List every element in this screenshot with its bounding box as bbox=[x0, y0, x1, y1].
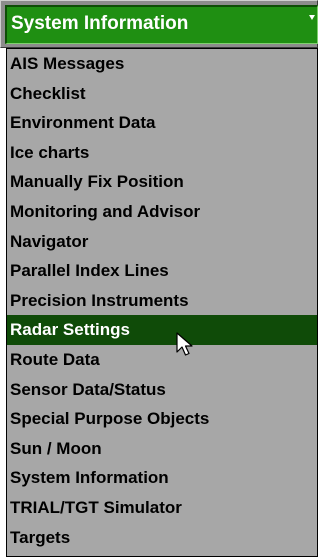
list-item-ice-charts[interactable]: Ice charts bbox=[7, 138, 317, 168]
list-item-monitoring-and-advisor[interactable]: Monitoring and Advisor bbox=[7, 197, 317, 227]
dropdown-window: System Information AIS Messages Checklis… bbox=[0, 0, 320, 557]
dropdown-list: AIS Messages Checklist Environment Data … bbox=[6, 48, 318, 557]
list-item-targets[interactable]: Targets bbox=[7, 523, 317, 553]
list-item-radar-settings[interactable]: Radar Settings bbox=[7, 315, 317, 345]
system-info-combo[interactable]: System Information bbox=[0, 0, 318, 48]
list-item-checklist[interactable]: Checklist bbox=[7, 79, 317, 109]
list-item-trial-tgt-simulator[interactable]: TRIAL/TGT Simulator bbox=[7, 493, 317, 523]
list-item-manually-fix-position[interactable]: Manually Fix Position bbox=[7, 167, 317, 197]
list-item-special-purpose-objects[interactable]: Special Purpose Objects bbox=[7, 404, 317, 434]
list-item-parallel-index-lines[interactable]: Parallel Index Lines bbox=[7, 256, 317, 286]
list-item-route-data[interactable]: Route Data bbox=[7, 345, 317, 375]
list-item-sensor-data-status[interactable]: Sensor Data/Status bbox=[7, 375, 317, 405]
list-item-system-information[interactable]: System Information bbox=[7, 463, 317, 493]
list-item-precision-instruments[interactable]: Precision Instruments bbox=[7, 286, 317, 316]
list-item-sun-moon[interactable]: Sun / Moon bbox=[7, 434, 317, 464]
list-item-environment-data[interactable]: Environment Data bbox=[7, 108, 317, 138]
list-item-ais-messages[interactable]: AIS Messages bbox=[7, 49, 317, 79]
list-item-navigator[interactable]: Navigator bbox=[7, 227, 317, 257]
combo-selected-value[interactable]: System Information bbox=[5, 5, 318, 44]
chevron-down-icon[interactable] bbox=[309, 15, 315, 20]
